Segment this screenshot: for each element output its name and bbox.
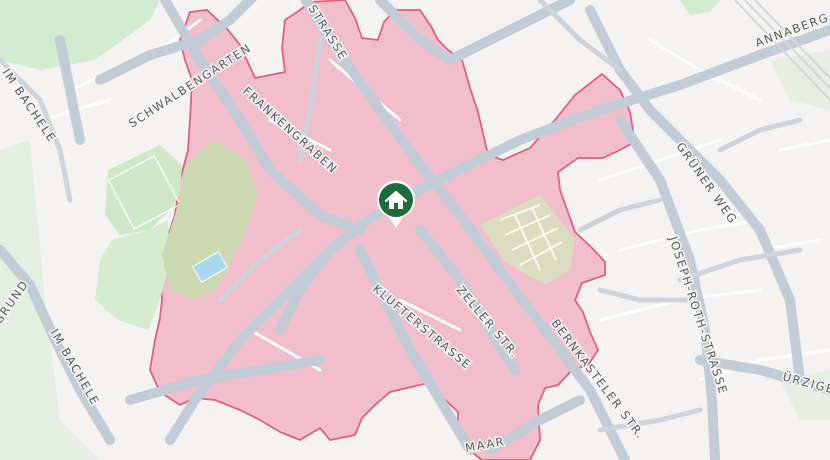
map-canvas[interactable]: STRASSE SCHWALBENGARTEN FRANKENGRABEN AN… xyxy=(0,0,830,460)
map-view[interactable]: STRASSE SCHWALBENGARTEN FRANKENGRABEN AN… xyxy=(0,0,830,460)
